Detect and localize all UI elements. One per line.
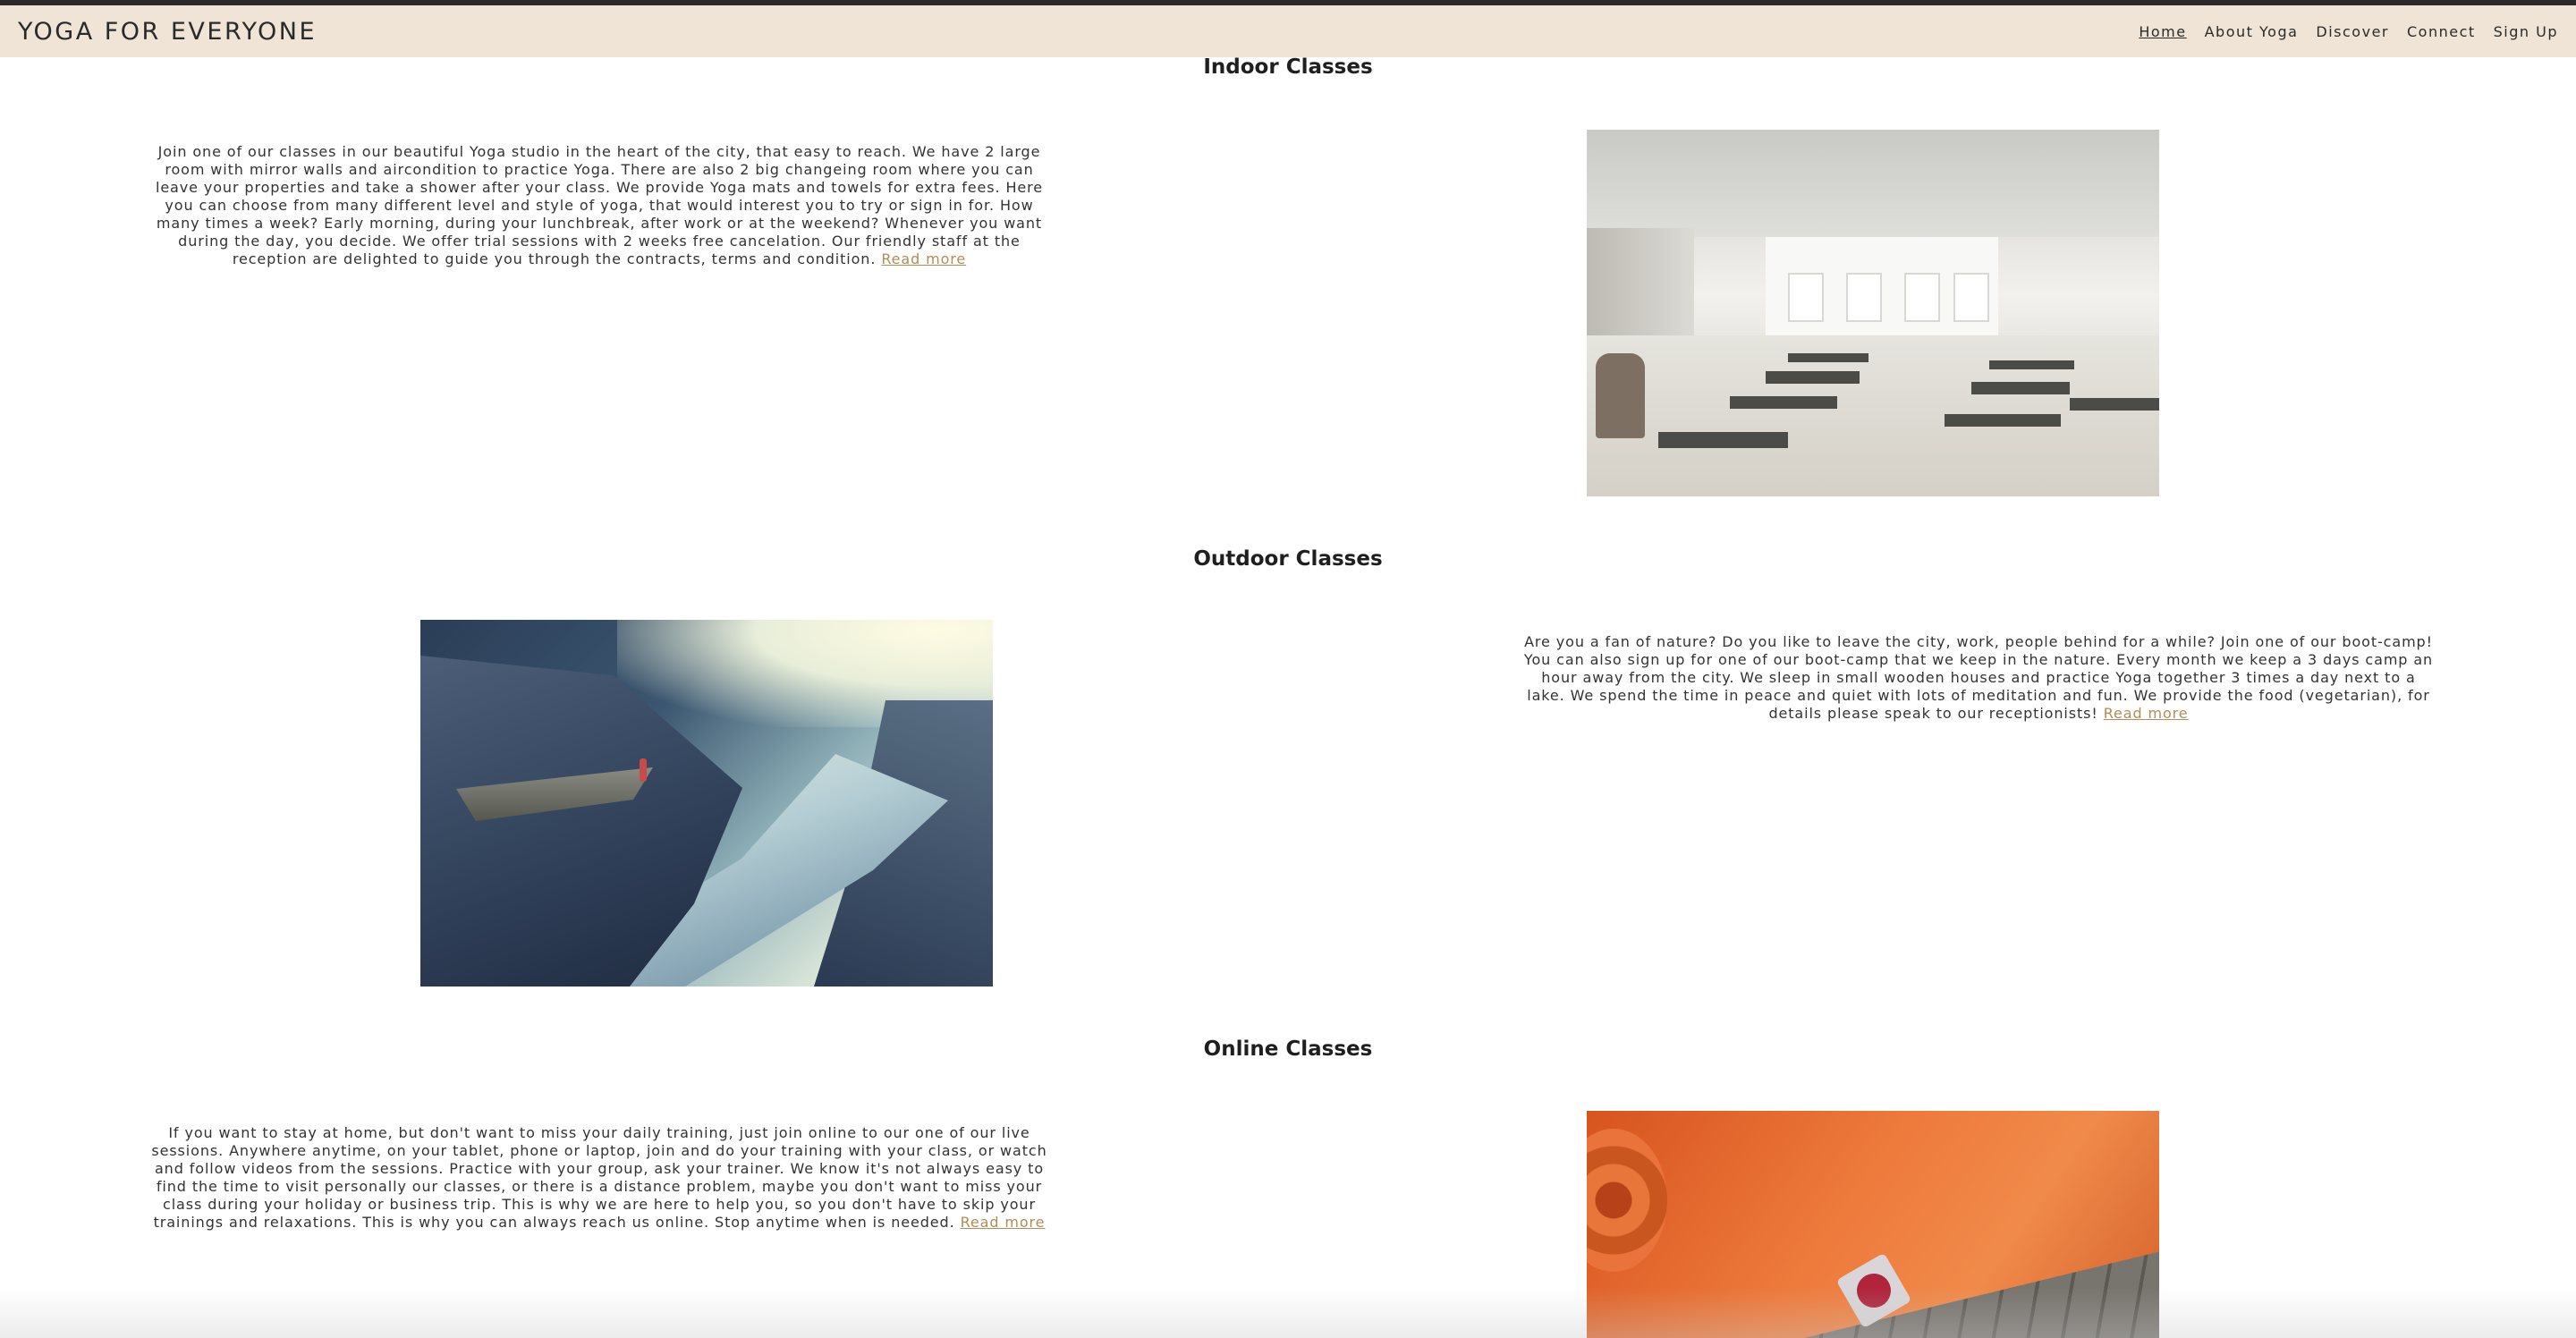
nav-about-yoga[interactable]: About Yoga: [2205, 23, 2299, 40]
navbar: YOGA FOR EVERYONE Home About Yoga Discov…: [0, 5, 2576, 57]
nav-sign-up[interactable]: Sign Up: [2494, 23, 2558, 40]
bottom-shadow: [0, 1288, 2576, 1338]
outdoor-text-body: Are you a fan of nature? Do you like to …: [1523, 633, 2434, 722]
outdoor-classes-text: Are you a fan of nature? Do you like to …: [1521, 633, 2436, 723]
nav-connect[interactable]: Connect: [2407, 23, 2476, 40]
online-classes-text: If you want to stay at home, but don't w…: [139, 1124, 1060, 1232]
outdoor-classes-title: Outdoor Classes: [1193, 547, 1383, 571]
nav-discover[interactable]: Discover: [2316, 23, 2389, 40]
site-logo[interactable]: YOGA FOR EVERYONE: [18, 18, 317, 46]
indoor-classes-title: Indoor Classes: [1203, 55, 1373, 79]
indoor-read-more-link[interactable]: Read more: [881, 250, 966, 267]
main-nav: Home About Yoga Discover Connect Sign Up: [2139, 23, 2558, 40]
indoor-text-body: Join one of our classes in our beautiful…: [155, 143, 1044, 267]
nav-home[interactable]: Home: [2139, 23, 2186, 40]
indoor-classes-text: Join one of our classes in our beautiful…: [143, 143, 1055, 268]
indoor-studio-image: [1587, 130, 2159, 496]
outdoor-fjord-image: [420, 620, 993, 987]
outdoor-read-more-link[interactable]: Read more: [2104, 705, 2189, 722]
online-classes-title: Online Classes: [1203, 1037, 1373, 1061]
online-yoga-mat-image: [1587, 1111, 2159, 1338]
online-read-more-link[interactable]: Read more: [961, 1214, 1046, 1231]
online-text-body: If you want to stay at home, but don't w…: [151, 1124, 1047, 1231]
